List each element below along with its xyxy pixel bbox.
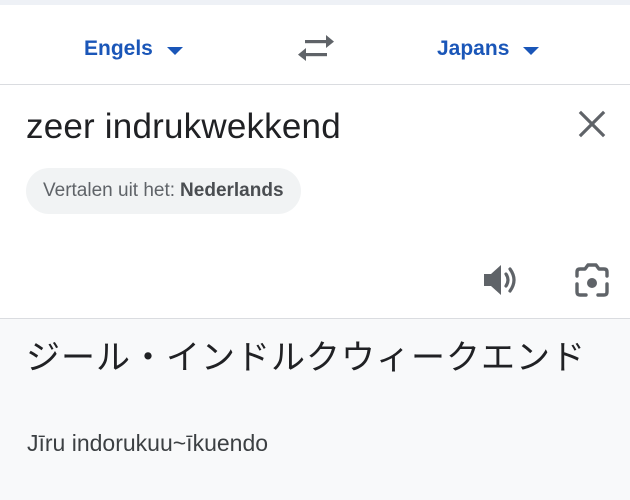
source-input-area[interactable]: zeer indrukwekkend Vertalen uit het: Ned… xyxy=(0,85,630,318)
chevron-down-icon xyxy=(523,47,540,55)
source-language-selector[interactable]: Engels xyxy=(84,33,183,65)
detected-language-chip[interactable]: Vertalen uit het: Nederlands xyxy=(26,168,301,214)
swap-arrows-icon[interactable] xyxy=(296,32,336,66)
chevron-down-icon xyxy=(166,47,183,55)
detected-language: Nederlands xyxy=(180,180,284,201)
detect-prefix: Vertalen uit het: xyxy=(43,180,176,201)
lens-camera-icon[interactable] xyxy=(573,261,611,299)
target-language-selector[interactable]: Japans xyxy=(437,33,540,65)
translation-output-area: ジール・インドルクウィークエンド Jīru indorukuu~īkuendo xyxy=(0,318,630,500)
source-language-label: Engels xyxy=(84,37,153,60)
speaker-icon[interactable] xyxy=(480,260,520,300)
target-language-label: Japans xyxy=(437,37,510,60)
translation-text: ジール・インドルクウィークエンド xyxy=(26,338,586,378)
language-bar: Engels Japans xyxy=(0,0,630,85)
translate-screen: Engels Japans zeer indrukwekkend Vertale… xyxy=(0,0,630,500)
source-text-input[interactable]: zeer indrukwekkend xyxy=(26,107,341,147)
close-icon[interactable] xyxy=(575,107,609,141)
transliteration-text: Jīru indorukuu~īkuendo xyxy=(27,430,269,456)
